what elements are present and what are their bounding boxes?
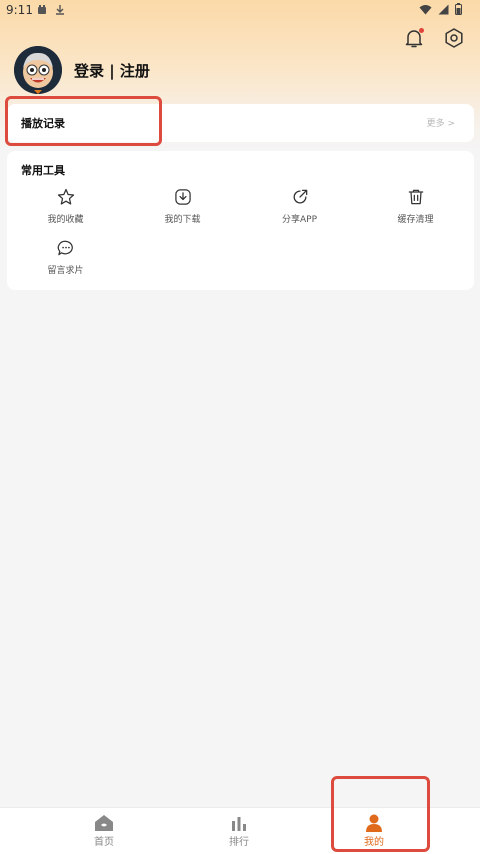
- status-bar: 9:11: [0, 0, 480, 20]
- tool-label: 我的下载: [164, 215, 201, 225]
- tool-share-app[interactable]: 分享APP: [241, 187, 358, 225]
- star-icon: [57, 188, 74, 205]
- common-tools-card: 常用工具 我的收藏 我的下载 分享APP 缓存清理 留言求片: [7, 151, 474, 290]
- tool-clear-cache[interactable]: 缓存清理: [357, 187, 474, 225]
- app-notification-icon: [38, 5, 46, 14]
- nav-item-ranking[interactable]: 排行: [199, 814, 279, 848]
- tool-label: 留言求片: [47, 266, 84, 276]
- download-status-icon: [56, 5, 64, 15]
- message-icon: [57, 240, 73, 256]
- tool-downloads[interactable]: 我的下载: [124, 187, 241, 225]
- signal-icon: [438, 4, 449, 14]
- notification-dot: [419, 28, 424, 33]
- avatar[interactable]: [14, 46, 62, 94]
- nav-label: 首页: [94, 837, 114, 848]
- highlight-box-play-history: [5, 96, 162, 146]
- tool-request-movie[interactable]: 留言求片: [7, 238, 124, 276]
- tool-label: 我的收藏: [47, 215, 84, 225]
- download-icon: [174, 189, 191, 205]
- trash-icon: [408, 189, 423, 205]
- home-icon: [95, 815, 113, 831]
- profile-section[interactable]: 登录 | 注册: [14, 46, 150, 94]
- nav-label: 排行: [229, 837, 249, 848]
- wifi-icon: [419, 4, 432, 14]
- common-tools-title: 常用工具: [21, 164, 65, 177]
- settings-gear-icon[interactable]: [442, 26, 466, 50]
- notification-bell-icon[interactable]: [402, 26, 426, 50]
- status-time: 9:11: [6, 3, 33, 17]
- nav-item-home[interactable]: 首页: [64, 814, 144, 848]
- login-register-link[interactable]: 登录 | 注册: [74, 60, 150, 81]
- share-icon: [293, 189, 307, 204]
- highlight-box-mine-tab: [331, 776, 430, 852]
- tool-favorites[interactable]: 我的收藏: [7, 187, 124, 225]
- tool-label: 缓存清理: [397, 215, 434, 225]
- more-link[interactable]: 更多 >: [427, 116, 455, 129]
- chart-icon: [232, 817, 246, 831]
- tool-label: 分享APP: [281, 215, 317, 225]
- battery-icon: [455, 3, 462, 15]
